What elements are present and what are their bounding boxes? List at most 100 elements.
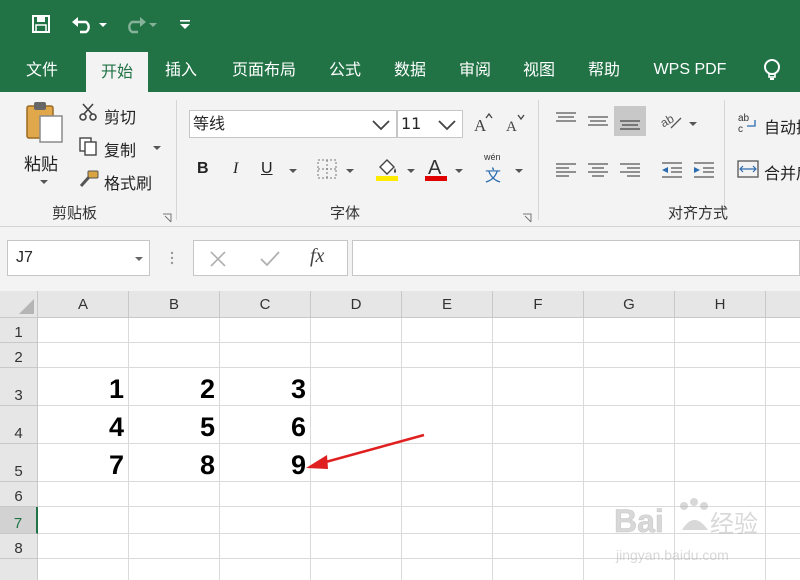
underline-button[interactable]: U [261,160,273,178]
row-header-1[interactable]: 1 [0,318,38,343]
align-center-icon[interactable] [585,160,611,182]
cell-c5[interactable]: 9 [220,450,310,480]
wrap-text-button[interactable]: 自动换 [764,114,800,138]
row-header-2[interactable]: 2 [0,343,38,368]
cancel-entry-icon[interactable] [208,249,228,272]
format-painter-button[interactable]: 格式刷 [104,170,152,194]
group-separator [176,100,177,220]
confirm-entry-icon[interactable] [259,249,281,272]
align-right-icon[interactable] [617,160,643,182]
insert-function-button[interactable]: fx [310,245,324,268]
paste-button[interactable]: 粘贴 [24,150,58,175]
column-header-i[interactable] [766,291,800,318]
borders-icon[interactable] [316,158,338,180]
tab-review[interactable]: 审阅 [446,48,504,92]
row-header-7[interactable]: 7 [0,507,38,534]
tab-view[interactable]: 视图 [510,48,568,92]
phonetic-dropdown-icon[interactable] [515,169,523,173]
column-header-g[interactable]: G [584,291,675,318]
copy-icon [78,136,98,156]
row-header-3[interactable]: 3 [0,368,38,406]
column-header-f[interactable]: F [493,291,584,318]
svg-text:Bai: Bai [614,503,664,539]
gridline [38,405,800,406]
chevron-down-icon[interactable] [370,111,392,145]
font-size-combo[interactable]: 11 [397,110,463,138]
tab-file[interactable]: 文件 [12,48,72,92]
merge-center-button[interactable]: 合并后 [764,160,800,184]
name-box[interactable]: J7 [7,240,150,276]
tab-page-layout[interactable]: 页面布局 [222,48,306,92]
gridline [38,342,800,343]
font-launcher-icon[interactable] [522,210,532,223]
align-top-icon[interactable] [553,110,579,132]
copy-button[interactable]: 复制 [104,137,136,161]
increase-indent-icon[interactable] [691,160,717,182]
row-header-5[interactable]: 5 [0,444,38,482]
column-header-b[interactable]: B [129,291,220,318]
align-middle-icon[interactable] [585,110,611,132]
column-header-e[interactable]: E [402,291,493,318]
cell-c3[interactable]: 3 [220,374,310,404]
column-header-c[interactable]: C [220,291,311,318]
merge-center-icon[interactable] [737,158,759,180]
cell-a4[interactable]: 4 [38,412,128,442]
tab-data[interactable]: 数据 [382,48,438,92]
align-left-icon[interactable] [553,160,579,182]
formula-input[interactable] [352,240,800,276]
gridline [219,318,220,580]
tab-help[interactable]: 帮助 [576,48,632,92]
paste-icon[interactable] [22,100,66,144]
lightbulb-icon[interactable] [758,56,786,84]
cut-button[interactable]: 剪切 [104,104,136,128]
tab-insert[interactable]: 插入 [152,48,210,92]
cell-a5[interactable]: 7 [38,450,128,480]
underline-dropdown-icon[interactable] [289,169,297,173]
column-header-a[interactable]: A [38,291,129,318]
formula-bar-grip-icon[interactable] [170,250,174,266]
cell-b5[interactable]: 8 [129,450,219,480]
formula-buttons: fx [193,240,348,276]
borders-dropdown-icon[interactable] [346,169,354,173]
cell-b3[interactable]: 2 [129,374,219,404]
paste-dropdown-icon[interactable] [40,180,48,184]
cell-a3[interactable]: 1 [38,374,128,404]
row-header-8[interactable]: 8 [0,534,38,559]
svg-text:A: A [474,116,487,134]
tab-home[interactable]: 开始 [86,52,148,92]
decrease-font-size-icon[interactable]: A [504,112,526,135]
orientation-dropdown-icon[interactable] [689,122,697,126]
cell-b4[interactable]: 5 [129,412,219,442]
row-header-4[interactable]: 4 [0,406,38,444]
orientation-icon[interactable]: ab [658,110,685,132]
wrap-text-icon[interactable]: ab c [737,112,759,135]
font-name-combo[interactable]: 等线 [189,110,397,138]
customize-qat-icon[interactable] [176,10,194,38]
tab-formulas[interactable]: 公式 [318,48,372,92]
tab-wps-pdf[interactable]: WPS PDF [642,48,738,92]
fill-color-dropdown-icon[interactable] [407,169,415,173]
decrease-indent-icon[interactable] [659,160,685,182]
name-box-dropdown-icon[interactable] [135,257,143,261]
cell-c4[interactable]: 6 [220,412,310,442]
save-icon[interactable] [28,10,54,38]
column-header-h[interactable]: H [675,291,766,318]
font-color-dropdown-icon[interactable] [455,169,463,173]
row-header-9[interactable] [0,559,38,580]
undo-icon[interactable] [70,10,110,38]
row-header-6[interactable]: 6 [0,482,38,507]
svg-text:ab: ab [738,113,750,124]
fill-color-icon[interactable] [375,155,401,183]
italic-button[interactable]: I [233,160,238,178]
select-all-corner[interactable] [0,291,38,318]
clipboard-launcher-icon[interactable] [162,210,172,223]
phonetic-guide-icon[interactable]: wén 文 [482,152,510,185]
column-header-d[interactable]: D [311,291,402,318]
chevron-down-icon[interactable] [436,111,458,145]
baidu-logo-icon: Bai 经验 jingyan.baidu.com [614,498,758,563]
copy-dropdown-icon[interactable] [153,146,161,150]
font-color-icon[interactable]: A [424,155,448,183]
increase-font-size-icon[interactable]: A [472,112,494,135]
bold-button[interactable]: B [197,160,209,178]
align-bottom-icon[interactable] [614,106,646,136]
